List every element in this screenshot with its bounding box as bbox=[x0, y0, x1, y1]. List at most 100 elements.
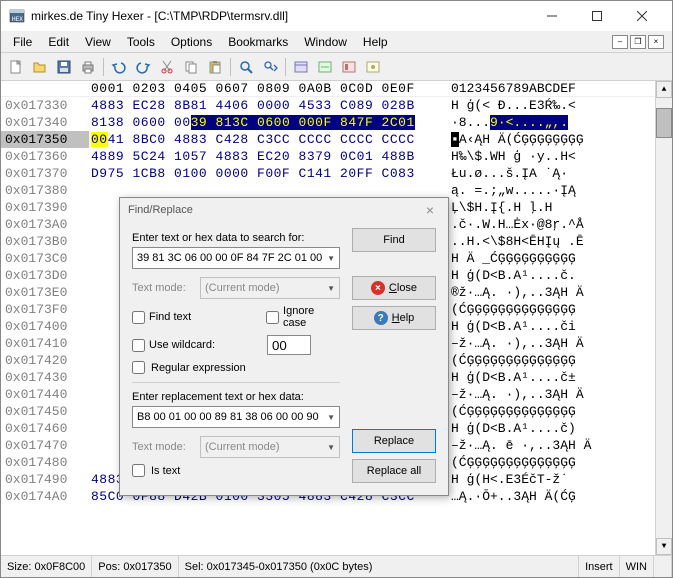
close-button[interactable] bbox=[619, 2, 664, 30]
scroll-track[interactable] bbox=[656, 98, 672, 538]
paste-icon[interactable] bbox=[204, 56, 226, 78]
ascii-cell[interactable]: (ĆĢĢĢĢĢĢĢĢĢĢĢĢĢĢ bbox=[447, 301, 655, 318]
offset-cell: 0x017490 bbox=[1, 471, 89, 488]
menu-options[interactable]: Options bbox=[163, 33, 220, 51]
help-button[interactable]: ?Help bbox=[352, 306, 436, 330]
status-pos: Pos: 0x017350 bbox=[92, 556, 178, 577]
ascii-cell[interactable]: H ģ(D<B.A¹....či bbox=[447, 318, 655, 335]
menu-help[interactable]: Help bbox=[355, 33, 396, 51]
wildcard-input[interactable] bbox=[267, 335, 311, 355]
toolbar-extra1-icon[interactable] bbox=[290, 56, 312, 78]
ascii-cell[interactable]: …Ą.·Ō+..3ĄH Ä(ĆĢ bbox=[447, 488, 655, 505]
close-dialog-button[interactable]: ×Close bbox=[352, 276, 436, 300]
offset-cell: 0x017400 bbox=[1, 318, 89, 335]
ascii-cell[interactable]: ®ž·…Ą. ·),..3ĄH Ä bbox=[447, 284, 655, 301]
ascii-cell[interactable]: H ģ(D<B.A¹....č) bbox=[447, 420, 655, 437]
ascii-cell[interactable]: (ĆĢĢĢĢĢĢĢĢĢĢĢĢĢĢ bbox=[447, 403, 655, 420]
ascii-cell[interactable]: H‰\$.WH ģ ·y..H< bbox=[447, 148, 655, 165]
ascii-cell[interactable]: ą. =.;„w.....·ĮĄ bbox=[447, 182, 655, 199]
hex-bytes-cell[interactable]: 8138 0600 0039 813C 0600 000F 847F 2C01 bbox=[89, 114, 447, 131]
vertical-scrollbar[interactable]: ▲ ▼ bbox=[655, 81, 672, 555]
toolbar-extra3-icon[interactable] bbox=[338, 56, 360, 78]
mdi-close-icon[interactable]: × bbox=[648, 35, 664, 49]
dialog-titlebar[interactable]: Find/Replace × bbox=[120, 198, 448, 222]
ascii-cell[interactable]: Ļ\$H.Į{.H ļ.H bbox=[447, 199, 655, 216]
copy-icon[interactable] bbox=[180, 56, 202, 78]
replace-input[interactable]: B8 00 01 00 00 89 81 38 06 00 00 90 ▼ bbox=[132, 406, 340, 428]
print-icon[interactable] bbox=[77, 56, 99, 78]
save-icon[interactable] bbox=[53, 56, 75, 78]
hex-row[interactable]: 0x0173500041 8BC0 4883 C428 C3CC CCCC CC… bbox=[1, 131, 655, 148]
replace-all-button[interactable]: Replace all bbox=[352, 459, 436, 483]
ascii-cell[interactable]: H ģ(D<B.A¹....č. bbox=[447, 267, 655, 284]
dialog-close-icon[interactable]: × bbox=[420, 202, 440, 218]
chevron-down-icon: ▼ bbox=[327, 254, 335, 263]
search-input[interactable]: 39 81 3C 06 00 00 0F 84 7F 2C 01 00 ▼ bbox=[132, 247, 340, 269]
ascii-cell[interactable]: –ž·…Ą. ·),..3ĄH Ä bbox=[447, 386, 655, 403]
ascii-cell[interactable]: ▪A‹ĄH Ä(ĆĢĢĢĢĢĢĢĢ bbox=[447, 131, 655, 148]
search-label: Enter text or hex data to search for: bbox=[132, 232, 340, 244]
replace-textmode-value: (Current mode) bbox=[205, 441, 280, 453]
ascii-cell[interactable]: ..Η.<\$8H<ĒHĮų .Ē bbox=[447, 233, 655, 250]
new-file-icon[interactable] bbox=[5, 56, 27, 78]
offset-cell: 0x017460 bbox=[1, 420, 89, 437]
hex-bytes-cell[interactable]: 0041 8BC0 4883 C428 C3CC CCCC CCCC CCCC bbox=[89, 131, 447, 148]
toolbar-extra2-icon[interactable] bbox=[314, 56, 336, 78]
ascii-cell[interactable]: Łu.ø...š.ĮA ˙Ą· bbox=[447, 165, 655, 182]
ascii-cell[interactable]: –ž·…Ą. ē ·,..3ĄH Ä bbox=[447, 437, 655, 454]
offset-cell: 0x017390 bbox=[1, 199, 89, 216]
redo-icon[interactable] bbox=[132, 56, 154, 78]
replace-textmode-combo: (Current mode) ▼ bbox=[200, 436, 340, 458]
hex-bytes-cell[interactable]: 4883 EC28 8B81 4406 0000 4533 C089 028B bbox=[89, 97, 447, 114]
ascii-cell[interactable]: ·8...9·<....„,. bbox=[447, 114, 655, 131]
replace-button[interactable]: Replace bbox=[352, 429, 436, 453]
hex-row[interactable]: 0x0173408138 0600 0039 813C 0600 000F 84… bbox=[1, 114, 655, 131]
scroll-up-icon[interactable]: ▲ bbox=[656, 81, 672, 98]
undo-icon[interactable] bbox=[108, 56, 130, 78]
ignore-case-label: Ignore case bbox=[283, 305, 340, 329]
offset-cell: 0x0173D0 bbox=[1, 267, 89, 284]
hex-row[interactable]: 0x0173604889 5C24 1057 4883 EC20 8379 0C… bbox=[1, 148, 655, 165]
status-resize-grip[interactable] bbox=[654, 556, 672, 577]
find-next-icon[interactable] bbox=[259, 56, 281, 78]
wildcard-checkbox[interactable] bbox=[132, 339, 145, 352]
dialog-title-text: Find/Replace bbox=[128, 204, 420, 216]
menu-tools[interactable]: Tools bbox=[119, 33, 163, 51]
ascii-cell[interactable]: (ĆĢĢĢĢĢĢĢĢĢĢĢĢĢĢ bbox=[447, 454, 655, 471]
ascii-cell[interactable]: H ģ(< Đ...E3Ŕ‰.< bbox=[447, 97, 655, 114]
hex-row[interactable]: 0x0173304883 EC28 8B81 4406 0000 4533 C0… bbox=[1, 97, 655, 114]
maximize-button[interactable] bbox=[574, 2, 619, 30]
hex-row[interactable]: 0x017370D975 1CB8 0100 0000 F00F C141 20… bbox=[1, 165, 655, 182]
ignore-case-checkbox[interactable] bbox=[266, 311, 279, 324]
find-icon[interactable] bbox=[235, 56, 257, 78]
hex-bytes-cell[interactable]: D975 1CB8 0100 0000 F00F C141 20FF C083 bbox=[89, 165, 447, 182]
ascii-cell[interactable]: .č·.W.H…Ėx·@8ŗ.^Å bbox=[447, 216, 655, 233]
scroll-thumb[interactable] bbox=[656, 108, 672, 138]
ascii-cell[interactable]: –ž·…Ą. ·),..3ĄH Ä bbox=[447, 335, 655, 352]
offset-cell: 0x0173B0 bbox=[1, 233, 89, 250]
mdi-minimize-icon[interactable]: – bbox=[612, 35, 628, 49]
find-button[interactable]: Find bbox=[352, 228, 436, 252]
menu-bookmarks[interactable]: Bookmarks bbox=[220, 33, 296, 51]
find-text-checkbox[interactable] bbox=[132, 311, 145, 324]
hex-bytes-cell[interactable]: 4889 5C24 1057 4883 EC20 8379 0C01 488B bbox=[89, 148, 447, 165]
ascii-cell[interactable]: H ģ(D<B.A¹....č± bbox=[447, 369, 655, 386]
ascii-cell[interactable]: (ĆĢĢĢĢĢĢĢĢĢĢĢĢĢĢ bbox=[447, 352, 655, 369]
help-icon: ? bbox=[374, 311, 388, 325]
menu-view[interactable]: View bbox=[77, 33, 119, 51]
mdi-restore-icon[interactable]: ❐ bbox=[630, 35, 646, 49]
istext-checkbox[interactable] bbox=[132, 464, 145, 477]
menu-edit[interactable]: Edit bbox=[40, 33, 77, 51]
menu-file[interactable]: File bbox=[5, 33, 40, 51]
scroll-down-icon[interactable]: ▼ bbox=[656, 538, 672, 555]
menu-window[interactable]: Window bbox=[296, 33, 355, 51]
offset-cell: 0x017450 bbox=[1, 403, 89, 420]
ascii-cell[interactable]: H Ä _ĆĢĢĢĢĢĢĢĢĢĢ bbox=[447, 250, 655, 267]
minimize-button[interactable] bbox=[529, 2, 574, 30]
wildcard-label: Use wildcard: bbox=[149, 339, 229, 351]
regex-checkbox[interactable] bbox=[132, 361, 145, 374]
toolbar-extra4-icon[interactable] bbox=[362, 56, 384, 78]
ascii-cell[interactable]: H ģ(H<.E3ÉčT-ž˙ bbox=[447, 471, 655, 488]
open-file-icon[interactable] bbox=[29, 56, 51, 78]
cut-icon[interactable] bbox=[156, 56, 178, 78]
